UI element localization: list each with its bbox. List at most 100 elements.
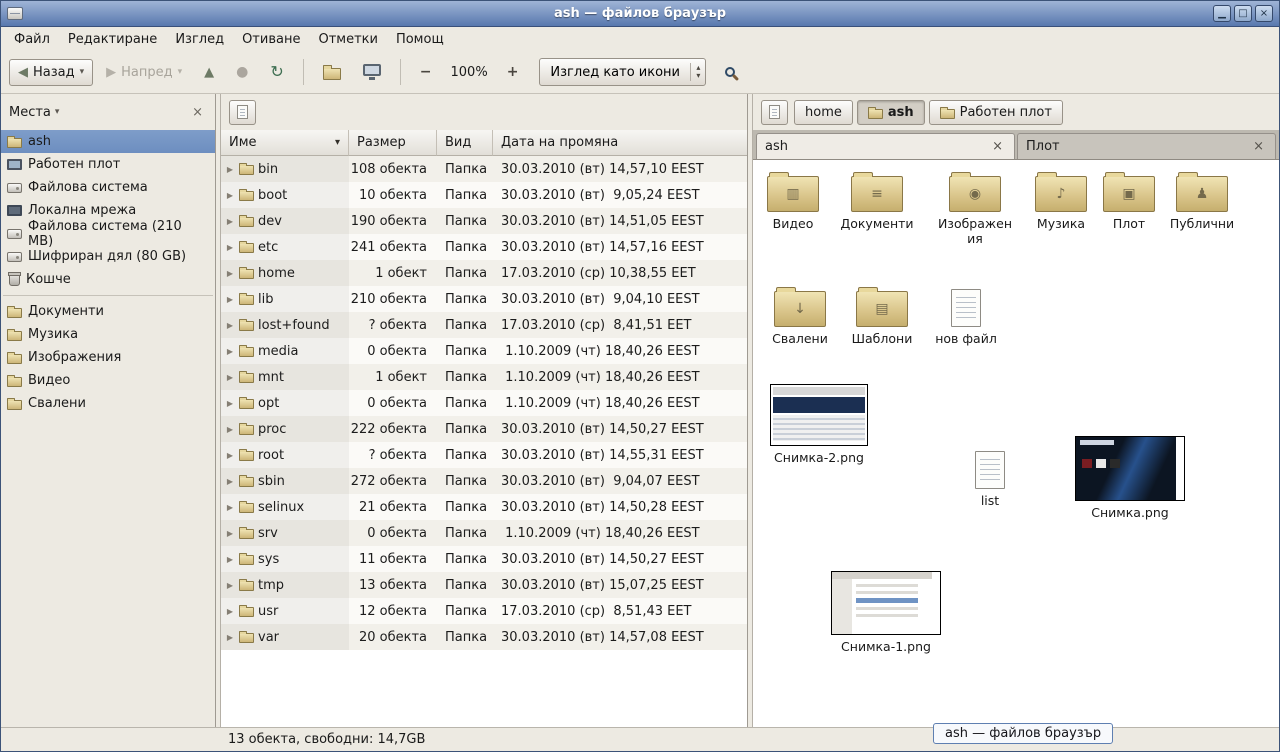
- expander-icon[interactable]: ▶: [225, 581, 235, 590]
- menu-file[interactable]: Файл: [5, 29, 59, 50]
- expander-icon[interactable]: ▶: [225, 399, 235, 408]
- table-row[interactable]: ▶ opt 0 обекта Папка 1.10.2009 (чт) 18,4…: [221, 390, 747, 416]
- expander-icon[interactable]: ▶: [225, 165, 235, 174]
- icon-view-item-templates[interactable]: ▤ Шаблони: [842, 291, 922, 346]
- expander-icon[interactable]: ▶: [225, 321, 235, 330]
- table-row[interactable]: ▶ lib 210 обекта Папка 30.03.2010 (вт) 9…: [221, 286, 747, 312]
- column-header-size[interactable]: Размер: [349, 130, 437, 156]
- column-header-name[interactable]: Име ▾: [221, 130, 349, 156]
- location-toggle-button[interactable]: [229, 100, 256, 125]
- expander-icon[interactable]: ▶: [225, 503, 235, 512]
- table-row[interactable]: ▶ media 0 обекта Папка 1.10.2009 (чт) 18…: [221, 338, 747, 364]
- table-row[interactable]: ▶ mnt 1 обект Папка 1.10.2009 (чт) 18,40…: [221, 364, 747, 390]
- breadcrumb-home[interactable]: home: [794, 100, 853, 125]
- back-button[interactable]: ◀ Назад ▾: [9, 59, 93, 86]
- sidebar-item-filesystem[interactable]: Файлова система: [1, 176, 215, 199]
- spinner-icon[interactable]: ▴ ▾: [690, 63, 705, 81]
- back-dropdown-icon[interactable]: ▾: [80, 67, 85, 77]
- icon-view-item-pictures[interactable]: ◉ Изображения: [935, 176, 1015, 246]
- tab-close-icon[interactable]: ×: [989, 139, 1006, 154]
- icon-view-item-video[interactable]: ▥ Видео: [753, 176, 833, 231]
- sidebar-item-filesystem-210mb[interactable]: Файлова система (210 MB): [1, 222, 215, 245]
- icon-view-item-downloads[interactable]: ↓ Свалени: [760, 291, 840, 346]
- expander-icon[interactable]: ▶: [225, 451, 235, 460]
- expander-icon[interactable]: ▶: [225, 373, 235, 382]
- reload-button[interactable]: ↻: [261, 58, 292, 86]
- minimize-button[interactable]: ▁: [1213, 5, 1231, 22]
- menu-help[interactable]: Помощ: [387, 29, 453, 50]
- expander-icon[interactable]: ▶: [225, 269, 235, 278]
- table-row[interactable]: ▶ tmp 13 обекта Папка 30.03.2010 (вт) 15…: [221, 572, 747, 598]
- table-row[interactable]: ▶ sys 11 обекта Папка 30.03.2010 (вт) 14…: [221, 546, 747, 572]
- expander-icon[interactable]: ▶: [225, 529, 235, 538]
- sidebar-item-documents[interactable]: Документи: [1, 300, 215, 323]
- column-header-date[interactable]: Дата на промяна: [493, 130, 747, 156]
- menu-bookmarks[interactable]: Отметки: [309, 29, 386, 50]
- table-row[interactable]: ▶ sbin 272 обекта Папка 30.03.2010 (вт) …: [221, 468, 747, 494]
- sidebar-item-desktop[interactable]: Работен плот: [1, 153, 215, 176]
- sidebar-dropdown-icon[interactable]: ▾: [55, 107, 60, 117]
- sidebar-item-ash[interactable]: ash: [1, 130, 215, 153]
- icon-view-item-documents[interactable]: ≡ Документи: [837, 176, 917, 231]
- table-row[interactable]: ▶ bin 108 обекта Папка 30.03.2010 (вт) 1…: [221, 156, 747, 182]
- menu-view[interactable]: Изглед: [166, 29, 233, 50]
- sidebar-item-downloads[interactable]: Свалени: [1, 392, 215, 415]
- tab-ash[interactable]: ash ×: [756, 133, 1015, 159]
- column-header-type[interactable]: Вид: [437, 130, 493, 156]
- expander-icon[interactable]: ▶: [225, 191, 235, 200]
- icon-view-item-snimka[interactable]: Снимка.png: [1075, 436, 1185, 520]
- expander-icon[interactable]: ▶: [225, 425, 235, 434]
- expander-icon[interactable]: ▶: [225, 633, 235, 642]
- sidebar-item-video[interactable]: Видео: [1, 369, 215, 392]
- sidebar-item-pictures[interactable]: Изображения: [1, 346, 215, 369]
- icon-view-item-snimka2[interactable]: Снимка-2.png: [764, 384, 874, 465]
- icon-view-item-new-file[interactable]: нов файл: [926, 289, 1006, 346]
- icon-view-item-snimka1[interactable]: Снимка-1.png: [831, 571, 941, 654]
- expander-icon[interactable]: ▶: [225, 243, 235, 252]
- table-row[interactable]: ▶ srv 0 обекта Папка 1.10.2009 (чт) 18,4…: [221, 520, 747, 546]
- titlebar[interactable]: ash — файлов браузър ▁ □ ×: [1, 1, 1279, 27]
- icon-view[interactable]: ▥ Видео ≡ Документи ◉ Изображения: [753, 160, 1279, 727]
- table-row[interactable]: ▶ etc 241 обекта Папка 30.03.2010 (вт) 1…: [221, 234, 747, 260]
- stop-button[interactable]: ●: [227, 58, 257, 86]
- menu-edit[interactable]: Редактиране: [59, 29, 166, 50]
- tab-close-icon[interactable]: ×: [1250, 139, 1267, 154]
- search-button[interactable]: [718, 60, 742, 84]
- maximize-button[interactable]: □: [1234, 5, 1252, 22]
- expander-icon[interactable]: ▶: [225, 347, 235, 356]
- icon-view-item-desktop[interactable]: ▣ Плот: [1089, 176, 1169, 231]
- table-row[interactable]: ▶ proc 222 обекта Папка 30.03.2010 (вт) …: [221, 416, 747, 442]
- expander-icon[interactable]: ▶: [225, 555, 235, 564]
- sidebar-item-trash[interactable]: Кошче: [1, 268, 215, 291]
- zoom-out-button[interactable]: −: [411, 59, 441, 85]
- table-row[interactable]: ▶ usr 12 обекта Папка 17.03.2010 (ср) 8,…: [221, 598, 747, 624]
- forward-button[interactable]: ▶ Напред ▾: [97, 59, 191, 86]
- view-mode-select[interactable]: Изглед като икони ▴ ▾: [539, 58, 706, 86]
- expander-icon[interactable]: ▶: [225, 217, 235, 226]
- icon-view-item-public[interactable]: ♟ Публични: [1162, 176, 1242, 231]
- breadcrumb-ash[interactable]: ash: [857, 100, 925, 125]
- table-row[interactable]: ▶ home 1 обект Папка 17.03.2010 (ср) 10,…: [221, 260, 747, 286]
- home-button[interactable]: [314, 59, 350, 86]
- table-row[interactable]: ▶ lost+found ? обекта Папка 17.03.2010 (…: [221, 312, 747, 338]
- table-row[interactable]: ▶ selinux 21 обекта Папка 30.03.2010 (вт…: [221, 494, 747, 520]
- table-row[interactable]: ▶ boot 10 обекта Папка 30.03.2010 (вт) 9…: [221, 182, 747, 208]
- location-toggle-button[interactable]: [761, 100, 788, 125]
- table-row[interactable]: ▶ var 20 обекта Папка 30.03.2010 (вт) 14…: [221, 624, 747, 650]
- expander-icon[interactable]: ▶: [225, 607, 235, 616]
- sidebar-item-music[interactable]: Музика: [1, 323, 215, 346]
- breadcrumb-desktop[interactable]: Работен плот: [929, 100, 1063, 125]
- up-button[interactable]: ▲: [195, 59, 223, 86]
- sidebar-close-icon[interactable]: ×: [188, 105, 207, 120]
- expander-icon[interactable]: ▶: [225, 295, 235, 304]
- close-button[interactable]: ×: [1255, 5, 1273, 22]
- icon-view-item-list[interactable]: list: [950, 451, 1030, 508]
- table-row[interactable]: ▶ root ? обекта Папка 30.03.2010 (вт) 14…: [221, 442, 747, 468]
- zoom-in-button[interactable]: +: [498, 59, 528, 85]
- menu-go[interactable]: Отиване: [233, 29, 309, 50]
- table-row[interactable]: ▶ dev 190 обекта Папка 30.03.2010 (вт) 1…: [221, 208, 747, 234]
- tab-desktop[interactable]: Плот ×: [1017, 133, 1276, 159]
- sidebar-title[interactable]: Места: [9, 105, 51, 120]
- sidebar-item-encrypted[interactable]: Шифриран дял (80 GB): [1, 245, 215, 268]
- expander-icon[interactable]: ▶: [225, 477, 235, 486]
